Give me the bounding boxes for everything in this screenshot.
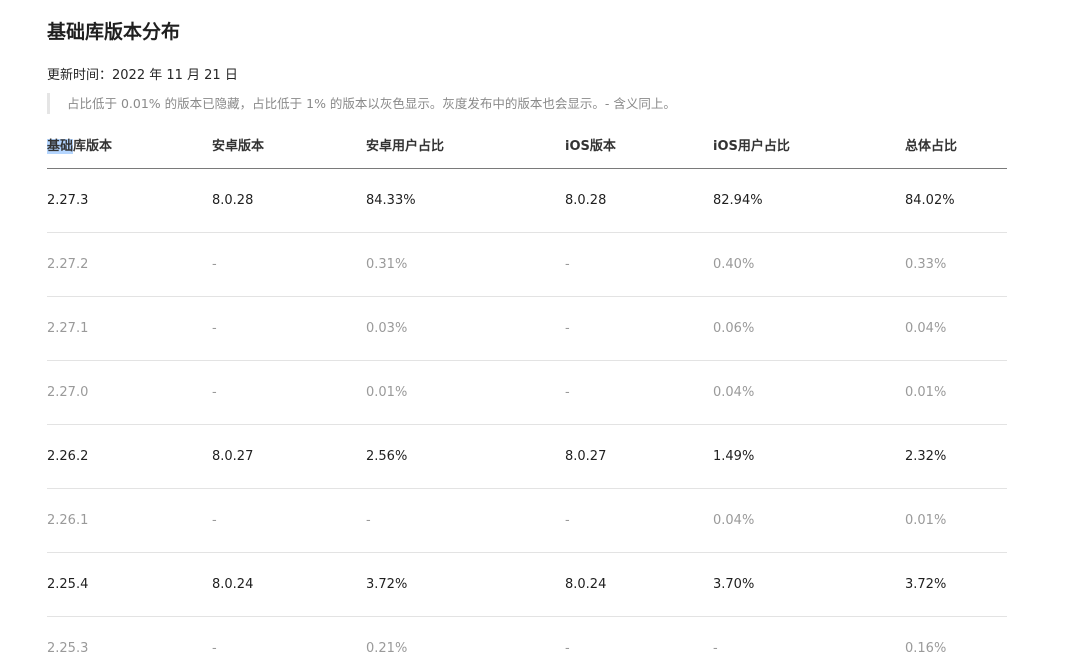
cell-ios-version: - bbox=[565, 321, 570, 336]
cell-ios-share: 82.94% bbox=[713, 193, 763, 208]
cell-base-version: 2.26.1 bbox=[47, 513, 89, 528]
cell-base-version: 2.27.2 bbox=[47, 257, 89, 272]
table-row: 2.27.3 8.0.28 84.33% 8.0.28 82.94% 84.02… bbox=[47, 169, 1007, 233]
table-row: 2.27.2 - 0.31% - 0.40% 0.33% bbox=[47, 233, 1007, 297]
table-header-row: 基础库版本 安卓版本 安卓用户占比 iOS版本 iOS用户占比 总体占比 bbox=[47, 129, 1007, 169]
cell-total-share: 0.33% bbox=[905, 257, 947, 272]
cell-total-share: 0.04% bbox=[905, 321, 947, 336]
cell-ios-version: 8.0.28 bbox=[565, 193, 607, 208]
cell-android-version: - bbox=[212, 257, 217, 272]
header-total-share: 总体占比 bbox=[905, 139, 958, 154]
header-base-version-rest: 库版本 bbox=[73, 139, 113, 154]
cell-ios-share: 3.70% bbox=[713, 577, 755, 592]
cell-base-version: 2.27.3 bbox=[47, 193, 89, 208]
cell-android-share: 3.72% bbox=[366, 577, 408, 592]
cell-android-version: 8.0.24 bbox=[212, 577, 254, 592]
cell-ios-version: 8.0.24 bbox=[565, 577, 607, 592]
cell-android-share: 0.03% bbox=[366, 321, 408, 336]
cell-ios-version: 8.0.27 bbox=[565, 449, 607, 464]
cell-ios-share: 0.04% bbox=[713, 385, 755, 400]
cell-android-version: - bbox=[212, 385, 217, 400]
cell-android-share: 2.56% bbox=[366, 449, 408, 464]
cell-android-share: 0.01% bbox=[366, 385, 408, 400]
cell-android-version: - bbox=[212, 321, 217, 336]
cell-total-share: 0.01% bbox=[905, 385, 947, 400]
selected-text: 基础 bbox=[47, 139, 74, 154]
header-android-version: 安卓版本 bbox=[212, 139, 265, 154]
header-ios-share: iOS用户占比 bbox=[713, 139, 790, 154]
cell-ios-version: - bbox=[565, 385, 570, 400]
cell-android-share: 0.21% bbox=[366, 641, 408, 656]
cell-android-share: - bbox=[366, 513, 371, 528]
cell-total-share: 84.02% bbox=[905, 193, 955, 208]
table-row: 2.27.1 - 0.03% - 0.06% 0.04% bbox=[47, 297, 1007, 361]
table-row: 2.26.2 8.0.27 2.56% 8.0.27 1.49% 2.32% bbox=[47, 425, 1007, 489]
cell-ios-version: - bbox=[565, 257, 570, 272]
header-base-version: 基础库版本 bbox=[47, 129, 112, 165]
cell-total-share: 0.16% bbox=[905, 641, 947, 656]
cell-android-version: - bbox=[212, 641, 217, 656]
table-row: 2.25.4 8.0.24 3.72% 8.0.24 3.70% 3.72% bbox=[47, 553, 1007, 617]
cell-ios-share: - bbox=[713, 641, 718, 656]
cell-android-share: 84.33% bbox=[366, 193, 416, 208]
header-android-share: 安卓用户占比 bbox=[366, 139, 445, 154]
cell-ios-share: 0.40% bbox=[713, 257, 755, 272]
header-ios-version: iOS版本 bbox=[565, 139, 616, 154]
table-row: 2.26.1 - - - 0.04% 0.01% bbox=[47, 489, 1007, 553]
table-row: 2.25.3 - 0.21% - - 0.16% bbox=[47, 617, 1007, 666]
cell-total-share: 0.01% bbox=[905, 513, 947, 528]
cell-ios-share: 0.04% bbox=[713, 513, 755, 528]
table-row: 2.27.0 - 0.01% - 0.04% 0.01% bbox=[47, 361, 1007, 425]
cell-ios-version: - bbox=[565, 513, 570, 528]
cell-base-version: 2.26.2 bbox=[47, 449, 89, 464]
cell-ios-share: 1.49% bbox=[713, 449, 755, 464]
version-table: 基础库版本 安卓版本 安卓用户占比 iOS版本 iOS用户占比 总体占比 2.2… bbox=[47, 129, 1007, 666]
page: 基础库版本分布 更新时间：2022 年 11 月 21 日 占比低于 0.01%… bbox=[0, 0, 1089, 666]
cell-ios-version: - bbox=[565, 641, 570, 656]
cell-android-version: 8.0.28 bbox=[212, 193, 254, 208]
cell-base-version: 2.25.4 bbox=[47, 577, 89, 592]
cell-android-share: 0.31% bbox=[366, 257, 408, 272]
cell-base-version: 2.25.3 bbox=[47, 641, 89, 656]
cell-base-version: 2.27.1 bbox=[47, 321, 89, 336]
cell-total-share: 2.32% bbox=[905, 449, 947, 464]
cell-android-version: 8.0.27 bbox=[212, 449, 254, 464]
cell-total-share: 3.72% bbox=[905, 577, 947, 592]
cell-ios-share: 0.06% bbox=[713, 321, 755, 336]
note-blockquote: 占比低于 0.01% 的版本已隐藏，占比低于 1% 的版本以灰色显示。灰度发布中… bbox=[47, 93, 676, 114]
page-title: 基础库版本分布 bbox=[47, 21, 181, 43]
cell-base-version: 2.27.0 bbox=[47, 385, 89, 400]
cell-android-version: - bbox=[212, 513, 217, 528]
update-time: 更新时间：2022 年 11 月 21 日 bbox=[47, 68, 238, 83]
